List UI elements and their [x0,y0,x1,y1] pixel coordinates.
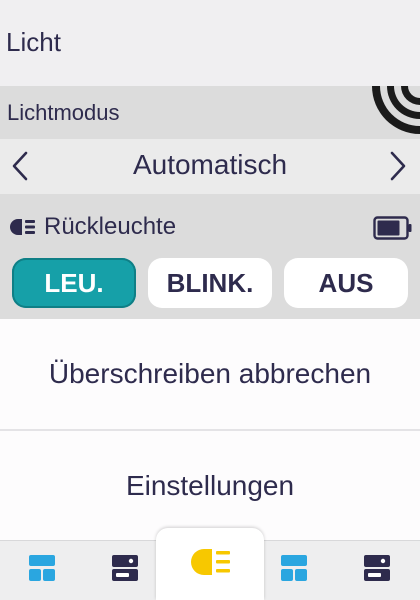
settings-button[interactable]: Einstellungen [0,431,420,541]
nav-tab-dashboard[interactable] [15,548,69,592]
nav-tab-light[interactable] [156,528,264,600]
nav-tab-dashboard-2[interactable] [267,548,321,592]
header-bar [0,0,420,86]
rear-light-icon [8,217,38,237]
rear-light-on-button[interactable]: LEU. [12,258,136,308]
dashboard-icon [280,554,308,587]
rear-light-label: Rückleuchte [44,213,177,240]
battery-icon [373,215,413,241]
light-icon [186,546,234,583]
device-icon [363,554,391,587]
dashboard-icon [28,554,56,587]
device-icon [111,554,139,587]
rear-light-blink-button[interactable]: BLINK. [148,258,272,308]
nav-tab-device[interactable] [98,548,152,592]
light-mode-label: Lichtmodus [7,100,120,125]
rear-light-off-button[interactable]: AUS [284,258,408,308]
signal-icon [370,86,420,136]
light-mode-value: Automatisch [132,149,288,180]
chevron-right-icon[interactable] [386,150,410,182]
cancel-override-button[interactable]: Überschreiben abbrechen [0,319,420,429]
chevron-left-icon[interactable] [8,150,32,182]
nav-tab-device-2[interactable] [350,548,404,592]
page-title: Licht [6,27,61,57]
